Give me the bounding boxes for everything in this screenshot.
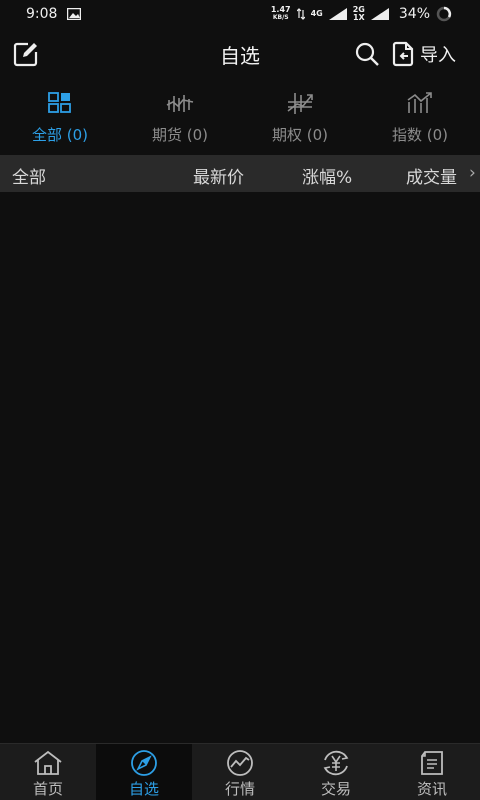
status-left: 9:08 — [26, 6, 82, 22]
nav-market[interactable]: 行情 — [192, 744, 288, 800]
import-icon — [392, 41, 414, 67]
app-root: 9:08 1.47 KB/S 4G 2G 1X 34% 自选 导入 全部 (0)… — [0, 0, 480, 800]
app-header: 自选 导入 — [0, 28, 480, 78]
options-icon — [287, 93, 313, 114]
signal-icon-1 — [328, 8, 347, 20]
network-type-2: 2G 1X — [353, 6, 365, 22]
nav-watchlist-label: 自选 — [128, 780, 159, 798]
trade-icon — [323, 750, 349, 776]
watchlist-area — [0, 192, 480, 742]
tab-all[interactable]: 全部 (0) — [0, 86, 120, 150]
image-notification-icon — [67, 8, 82, 20]
network-type-2-bottom: 1X — [352, 13, 365, 22]
search-button[interactable] — [354, 41, 380, 67]
battery-percent: 34% — [398, 6, 430, 22]
nav-news[interactable]: 资讯 — [384, 744, 480, 800]
column-name: 全部 — [12, 168, 46, 188]
network-type-1: 4G — [310, 9, 323, 18]
index-icon — [407, 92, 432, 113]
column-volume[interactable]: 成交量 — [406, 163, 457, 188]
futures-icon — [166, 95, 194, 112]
category-tabs: 全部 (0) 期货 (0) 期权 (0) 指数 (0) — [0, 86, 480, 150]
home-icon — [34, 750, 62, 775]
network-speed-unit: KB/S — [272, 14, 289, 21]
tab-futures[interactable]: 期货 (0) — [120, 86, 240, 150]
column-scroll-right-icon[interactable]: › — [469, 163, 476, 183]
network-speed: 1.47 KB/S — [271, 6, 291, 22]
signal-icon-2 — [370, 8, 389, 20]
bottom-nav: 首页 自选 行情 交易 资讯 — [0, 743, 480, 800]
import-label: 导入 — [420, 45, 456, 66]
nav-trade-label: 交易 — [320, 780, 351, 798]
tab-index[interactable]: 指数 (0) — [360, 86, 480, 150]
column-change-percent[interactable]: 涨幅% — [302, 163, 352, 188]
tab-all-label: 全部 (0) — [31, 126, 89, 144]
tab-options[interactable]: 期权 (0) — [240, 86, 360, 150]
tab-index-label: 指数 (0) — [391, 126, 449, 144]
grid-icon — [48, 92, 71, 113]
network-speed-value: 1.47 — [270, 5, 291, 14]
nav-watchlist[interactable]: 自选 — [96, 744, 192, 800]
tab-futures-label: 期货 (0) — [151, 126, 209, 144]
nav-trade[interactable]: 交易 — [288, 744, 384, 800]
column-latest-price[interactable]: 最新价 — [193, 163, 244, 188]
compass-icon — [131, 750, 157, 776]
import-button[interactable]: 导入 — [392, 40, 456, 68]
clock: 9:08 — [26, 6, 58, 22]
battery-icon — [436, 6, 452, 22]
news-icon — [421, 751, 443, 775]
nav-home[interactable]: 首页 — [0, 744, 96, 800]
nav-news-label: 资讯 — [416, 780, 447, 798]
column-header: 全部 最新价 涨幅% 成交量 › — [0, 155, 480, 192]
tab-options-label: 期权 (0) — [271, 126, 329, 144]
status-right: 1.47 KB/S 4G 2G 1X 34% — [271, 6, 452, 22]
nav-market-label: 行情 — [224, 780, 255, 798]
nav-home-label: 首页 — [32, 780, 63, 798]
market-icon — [227, 750, 253, 776]
status-bar: 9:08 1.47 KB/S 4G 2G 1X 34% — [0, 0, 480, 28]
search-icon — [355, 42, 379, 66]
data-arrows-icon — [296, 8, 305, 20]
